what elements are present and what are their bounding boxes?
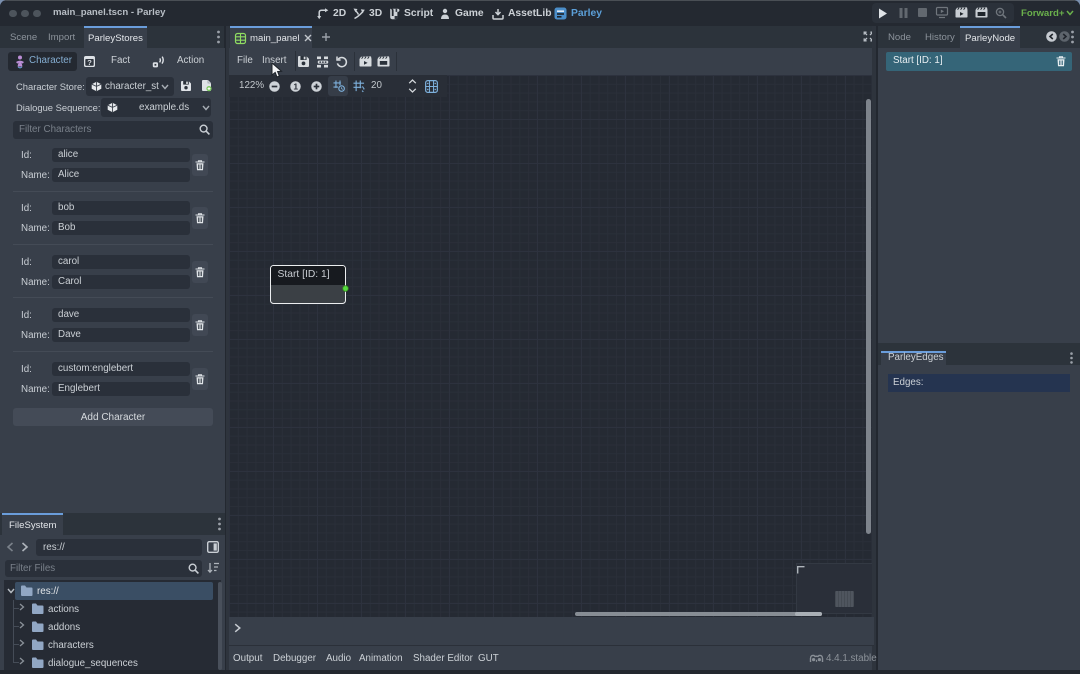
svg-text:?: ? <box>87 58 92 67</box>
svg-text:1: 1 <box>293 82 298 92</box>
